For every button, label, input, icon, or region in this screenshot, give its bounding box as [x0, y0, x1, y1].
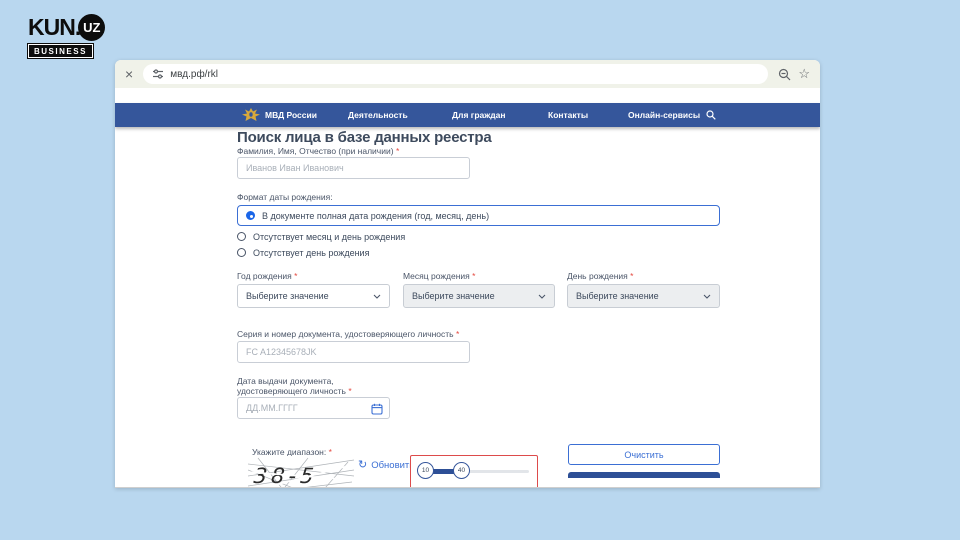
radio-option-full-date[interactable]: В документе полная дата рождения (год, м…	[237, 205, 720, 226]
nav-item-activity[interactable]: Деятельность	[348, 103, 408, 127]
mvd-emblem-icon	[241, 103, 261, 127]
month-label: Месяц рождения *	[403, 271, 475, 281]
radio-option-label: Отсутствует месяц и день рождения	[253, 232, 405, 242]
fio-input[interactable]	[237, 157, 470, 179]
chevron-down-icon	[373, 294, 381, 299]
calendar-icon[interactable]	[371, 402, 383, 420]
url-text[interactable]: мвд.рф/rkl	[170, 69, 218, 80]
nav-item-citizens[interactable]: Для граждан	[452, 103, 506, 127]
bookmark-star-icon[interactable]: ☆	[798, 66, 810, 82]
close-tab-icon[interactable]: ×	[125, 67, 133, 81]
slider-handle-min[interactable]: 10	[417, 462, 434, 479]
refresh-label: Обновить	[371, 460, 414, 471]
doc-serial-label: Серия и номер документа, удостоверяющего…	[237, 329, 459, 339]
radio-unselected-icon[interactable]	[237, 232, 246, 241]
date-format-label: Формат даты рождения:	[237, 192, 333, 202]
day-label: День рождения *	[567, 271, 633, 281]
radio-unselected-icon[interactable]	[237, 248, 246, 257]
captcha-refresh-button[interactable]: ↻ Обновить	[358, 460, 414, 471]
mvd-navbar: МВД России Деятельность Для граждан Конт…	[115, 103, 820, 127]
page-viewport: МВД России Деятельность Для граждан Конт…	[115, 88, 820, 487]
browser-chrome: × мвд.рф/rkl ☆	[115, 60, 820, 88]
radio-option-no-month-day[interactable]: Отсутствует месяц и день рождения	[237, 230, 405, 243]
chevron-down-icon	[538, 294, 546, 299]
doc-serial-input[interactable]	[237, 341, 470, 363]
issue-date-input[interactable]	[237, 397, 390, 419]
year-select[interactable]: Выберите значение	[237, 284, 390, 308]
address-bar[interactable]: мвд.рф/rkl	[143, 64, 768, 84]
radio-option-label: Отсутствует день рождения	[253, 248, 369, 258]
nav-search-icon[interactable]	[706, 103, 716, 127]
required-mark: *	[396, 146, 399, 156]
browser-window: × мвд.рф/rkl ☆	[115, 60, 820, 488]
issue-date-label: Дата выдачи документа, удостоверяющего л…	[237, 376, 352, 396]
kunuz-logo-text: KUN.	[28, 14, 80, 41]
slider-handle-max[interactable]: 40	[453, 462, 470, 479]
kunuz-logo-circle: UZ	[78, 14, 105, 41]
nav-item-contacts[interactable]: Контакты	[548, 103, 588, 127]
day-select[interactable]: Выберите значение	[567, 284, 720, 308]
fio-label: Фамилия, Имя, Отчество (при наличии) *	[237, 146, 399, 156]
radio-option-label: В документе полная дата рождения (год, м…	[262, 211, 489, 221]
nav-brand[interactable]: МВД России	[265, 103, 317, 127]
refresh-icon[interactable]: ↻	[358, 460, 367, 471]
submit-button-clipped[interactable]	[568, 472, 720, 478]
chevron-down-icon	[703, 294, 711, 299]
radio-selected-icon[interactable]	[246, 211, 255, 220]
kunuz-logo: KUN. UZ BUSINESS	[28, 14, 105, 59]
kunuz-business-badge: BUSINESS	[28, 44, 93, 58]
nav-item-online-services[interactable]: Онлайн-сервисы	[628, 103, 700, 127]
page-title: Поиск лица в базе данных реестра	[237, 129, 492, 146]
year-label: Год рождения *	[237, 271, 297, 281]
zoom-out-icon[interactable]	[778, 68, 791, 81]
clear-button[interactable]: Очистить	[568, 444, 720, 465]
month-select[interactable]: Выберите значение	[403, 284, 555, 308]
radio-option-no-day[interactable]: Отсутствует день рождения	[237, 246, 369, 259]
range-slider[interactable]: 10 40	[410, 455, 538, 487]
site-settings-icon[interactable]	[152, 68, 164, 80]
captcha-image: 38-5	[248, 456, 354, 487]
